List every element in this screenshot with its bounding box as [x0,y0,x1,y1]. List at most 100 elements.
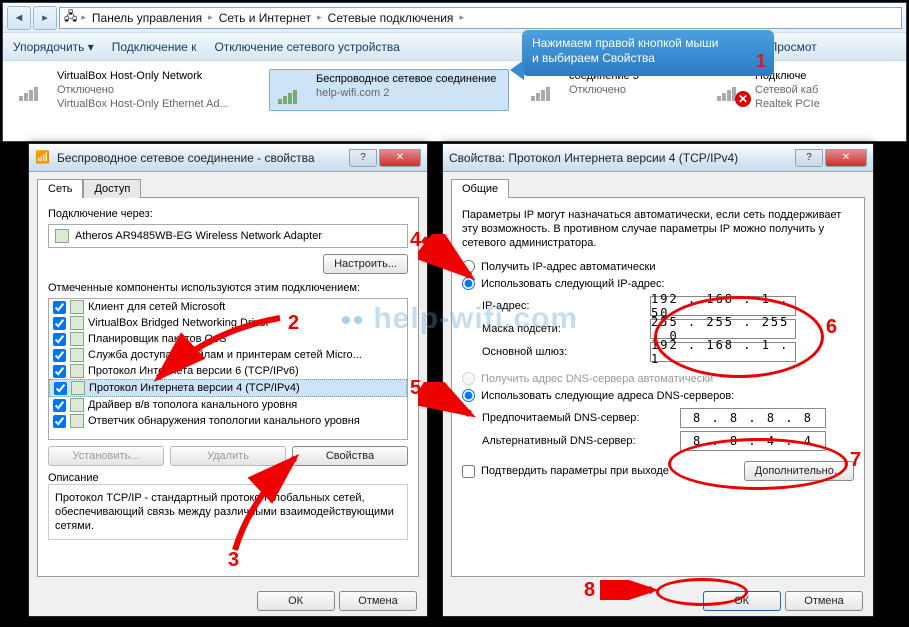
configure-button[interactable]: Настроить... [323,254,408,274]
properties-dialog: 📶 Беспроводное сетевое соединение - свой… [28,143,428,617]
breadcrumb-icon: 🖧 [64,7,77,28]
component-icon [70,316,84,330]
checkbox[interactable] [53,365,66,378]
radio-manual-ip[interactable] [462,277,475,290]
advanced-button[interactable]: Дополнительно... [744,461,854,481]
hint-balloon: Нажимаем правой кнопкой мыши и выбираем … [522,30,774,76]
ip-label: IP-адрес: [482,300,642,312]
components-label: Отмеченные компоненты используются этим … [48,282,408,294]
conn-status: Отключено [57,83,229,97]
checkbox[interactable] [53,301,66,314]
list-item[interactable]: Протокол Интернета версии 6 (TCP/IPv6) [49,363,407,379]
component-icon [70,332,84,346]
breadcrumb[interactable]: 🖧 ▸ Панель управления ▸ Сеть и Интернет … [59,7,902,29]
adapter-name: Atheros AR9485WB-EG Wireless Network Ada… [75,230,322,242]
titlebar: 📶 Беспроводное сетевое соединение - свой… [29,144,427,172]
list-item[interactable]: Ответчик обнаружения топологии канальног… [49,413,407,429]
tab-row: Сеть Доступ [29,172,427,197]
radio-auto-dns [462,372,475,385]
address-bar: ◄ ▸ 🖧 ▸ Панель управления ▸ Сеть и Интер… [3,3,906,33]
tab-body: Подключение через: Atheros AR9485WB-EG W… [37,197,419,577]
connection-item[interactable]: VirtualBox Host-Only Network Отключено V… [13,69,253,111]
tab-access[interactable]: Доступ [83,179,141,198]
gateway-field[interactable]: 192 . 168 . 1 . 1 [650,342,796,362]
component-icon [70,300,84,314]
radio-manual-dns[interactable] [462,389,475,402]
desc-title: Описание [48,472,408,484]
conn-device: VirtualBox Host-Only Ethernet Ad... [57,97,229,111]
gw-label: Основной шлюз: [482,346,642,358]
nav-back-button[interactable]: ◄ [7,6,31,30]
help-button[interactable]: ? [349,149,377,167]
list-item[interactable]: Драйвер в/в тополога канального уровня [49,397,407,413]
annotation-1: 1 [756,51,766,72]
list-item[interactable]: Служба доступа к файлам и принтерам сете… [49,347,407,363]
list-item[interactable]: Планировщик пакетов QoS [49,331,407,347]
conn-device: Realtek PCIe [755,97,820,111]
adapter-box: Atheros AR9485WB-EG Wireless Network Ada… [48,224,408,248]
adapter-icon [55,229,69,243]
component-icon [70,364,84,378]
checkbox[interactable] [53,415,66,428]
connection-item-selected[interactable]: Беспроводное сетевое соединение help-wif… [269,69,509,111]
crumb-1[interactable]: Сеть и Интернет [217,11,313,25]
desc-box: Протокол TCP/IP - стандартный протокол г… [48,484,408,540]
dns1-label: Предпочитаемый DNS-сервер: [482,412,672,424]
info-text: Параметры IP могут назначаться автоматич… [462,208,854,250]
conn-status: Отключено [569,83,639,97]
ok-button[interactable]: ОК [703,591,781,611]
mask-label: Маска подсети: [482,323,642,335]
cmd-cut2[interactable]: Просмот [769,40,817,54]
close-button[interactable]: ✕ [379,149,421,167]
conn-status: Сетевой каб [755,83,820,97]
component-icon [71,381,85,395]
conn-title: VirtualBox Host-Only Network [57,69,229,83]
dns2-label: Альтернативный DNS-сервер: [482,435,672,447]
tab-general[interactable]: Общие [451,179,509,198]
cmd-connect[interactable]: Подключение к [112,40,197,54]
crumb-2[interactable]: Сетевые подключения [326,11,456,25]
dialog-title: Свойства: Протокол Интернета версии 4 (T… [449,151,738,165]
dns1-field[interactable]: 8 . 8 . 8 . 8 [680,408,826,428]
balloon-line1: Нажимаем правой кнопкой мыши [532,36,764,51]
error-icon: ✕ [735,91,751,107]
mask-field[interactable]: 255 . 255 . 255 . 0 [650,319,796,339]
components-list[interactable]: Клиент для сетей Microsoft VirtualBox Br… [48,298,408,440]
tab-body: Параметры IP могут назначаться автоматич… [451,197,865,577]
dialog-title: Беспроводное сетевое соединение - свойст… [57,151,315,165]
list-item[interactable]: Клиент для сетей Microsoft [49,299,407,315]
list-item-selected[interactable]: Протокол Интернета версии 4 (TCP/IPv4) [49,379,407,397]
component-icon [70,398,84,412]
cancel-button[interactable]: Отмена [339,591,417,611]
install-button[interactable]: Установить... [48,446,164,466]
cancel-button[interactable]: Отмена [785,591,863,611]
uninstall-button[interactable]: Удалить [170,446,286,466]
ip-field[interactable]: 192 . 168 . 1 . 50 [650,296,796,316]
conn-title: Беспроводное сетевое соединение [316,72,496,86]
close-button[interactable]: ✕ [825,149,867,167]
tab-network[interactable]: Сеть [37,179,83,198]
list-item[interactable]: VirtualBox Bridged Networking Driver [49,315,407,331]
connect-via-label: Подключение через: [48,208,408,220]
checkbox[interactable] [53,333,66,346]
crumb-0[interactable]: Панель управления [90,11,204,25]
checkbox[interactable] [54,382,67,395]
confirm-checkbox[interactable] [462,465,475,478]
titlebar: Свойства: Протокол Интернета версии 4 (T… [443,144,873,172]
cmd-organize[interactable]: Упорядочить ▾ [13,40,94,54]
dns2-field[interactable]: 8 . 8 . 4 . 4 [680,431,826,451]
balloon-line2: и выбираем Свойства [532,51,764,66]
radio-auto-ip[interactable] [462,260,475,273]
component-icon [70,348,84,362]
checkbox[interactable] [53,317,66,330]
checkbox[interactable] [53,399,66,412]
ok-button[interactable]: ОК [257,591,335,611]
checkbox[interactable] [53,349,66,362]
nav-fwd-button[interactable]: ▸ [33,6,57,30]
properties-button[interactable]: Свойства [292,446,408,466]
cmd-disable[interactable]: Отключение сетевого устройства [214,40,399,54]
conn-status: help-wifi.com 2 [316,86,496,100]
help-button[interactable]: ? [795,149,823,167]
wifi-icon: 📶 [35,150,51,166]
component-icon [70,414,84,428]
